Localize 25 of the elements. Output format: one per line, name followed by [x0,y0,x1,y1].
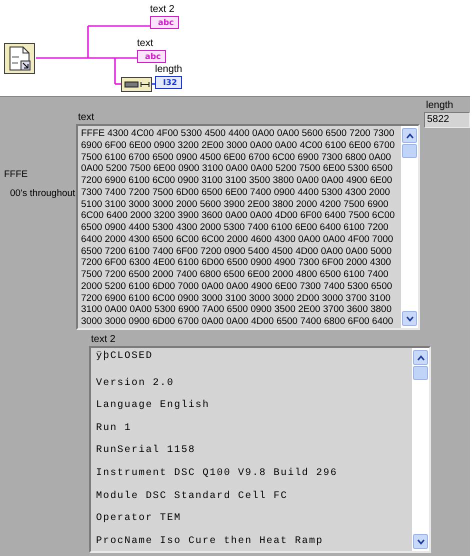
terminal-label: text [137,38,154,50]
note-label: 00's throughout [9,188,76,199]
text-label: text [77,111,96,124]
scroll-thumb[interactable] [413,366,428,380]
indicator-terminal: I32 [155,76,182,89]
document-icon [4,43,35,74]
scrollbar[interactable] [412,348,429,551]
note-label: FFFE [3,169,28,180]
indicator-terminal: abc [150,16,179,29]
wire [151,83,155,85]
indicator-terminal: abc [137,50,166,63]
terminal-label: text 2 [150,4,174,16]
text-2-indicator: ÿþCLOSED Version 2.0 Language English Run 1 RunSerial 1158 Instrument DSC Q100 V9.8 Build 296 Module DSC Standard Cell FC Operator TEM ProcName Iso Cure then Heat Ramp [89,346,431,553]
terminal-label: length [155,64,182,76]
length-field: 5822 [424,112,470,128]
scrollbar[interactable] [401,126,418,328]
scroll-up-icon[interactable] [413,350,428,365]
scroll-up-icon[interactable] [402,128,417,143]
string-length-icon [121,77,152,92]
text-indicator: FFFE 4300 4C00 4F00 5300 4500 4400 0A00 0A00 5600 6500 7200 7300 6900 6F00 6E00 0900 3200 2E00 3000 0A00 0A00 4C00 6100 6E00 6700 7500 6100 6700 6500 0900 4500 6E00 6700 6C00 6900 7300 6800 0A00 0A00 5200 7500 6E00 0900 3100 0A00 0A00 5200 7500 6E00 5300 6500 7200 6900 6100 6C00 0900 3100 3100 3500 3800 0A00 0A00 4900 6E00 7300 7400 7200 7500 6D00 6500 6E00 7400 0900 4400 5300 4300 2000 5100 3100 3000 3000 2000 5600 3900 2E00 3800 2000 4200 7500 6900 6C00 6400 2000 3200 3900 3600 0A00 0A00 4D00 6F00 6400 7500 6C00 6500 0900 4400 5300 4300 2000 5300 7400 6100 6E00 6400 6100 7200 6400 2000 4300 6500 6C00 6C00 2000 4600 4300 0A00 0A00 4F00 7000 6500 7200 6100 7400 6F00 7200 0900 5400 4500 4D00 0A00 0A00 5000 7200 6F00 6300 4E00 6100 6D00 6500 0900 4900 7300 6F00 2000 4300 7500 7200 6500 2000 7400 6800 6500 6E00 2000 4800 6500 6100 7400 2000 5200 6100 6D00 7000 0A00 0A00 4900 6E00 7300 7400 5300 6500 7200 6900 6100 6C00 0900 3000 3100 3000 3000 2D00 3000 3700 3100 3100 0A00 0A00 5300 6900 7A00 6500 0900 3500 2E00 3700 3600 3800 3000 3000 0900 6D00 6700 0A00 0A00 4D00 6500 7400 6800 6F00 6400 [76,124,420,330]
scroll-down-icon[interactable] [402,311,417,326]
scroll-thumb[interactable] [402,144,417,158]
text-2-label: text 2 [90,333,116,346]
scroll-down-icon[interactable] [413,534,428,549]
length-label: length [425,99,454,112]
